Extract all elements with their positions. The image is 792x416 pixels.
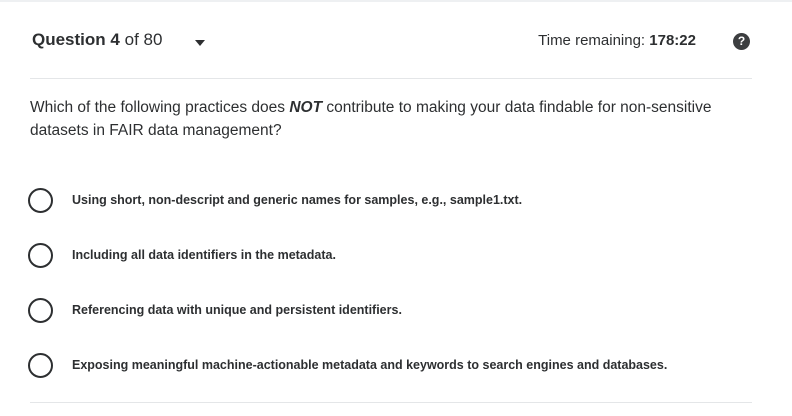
question-number: 4	[110, 30, 120, 49]
answer-option-3[interactable]: Referencing data with unique and persist…	[28, 298, 728, 328]
question-total: of 80	[124, 30, 163, 49]
answer-option-label: Referencing data with unique and persist…	[72, 303, 402, 317]
timer-value: 178:22	[649, 32, 696, 49]
chevron-down-icon[interactable]	[195, 40, 205, 46]
radio-unchecked-icon[interactable]	[28, 243, 53, 268]
question-emphasis: NOT	[289, 99, 323, 116]
radio-unchecked-icon[interactable]	[28, 188, 53, 213]
answer-option-label: Using short, non-descript and generic na…	[72, 193, 523, 207]
top-border	[0, 0, 792, 2]
radio-unchecked-icon[interactable]	[28, 298, 53, 323]
radio-unchecked-icon[interactable]	[28, 353, 53, 378]
question-counter: Question 4 of 80	[32, 30, 162, 50]
answer-option-4[interactable]: Exposing meaningful machine-actionable m…	[28, 353, 728, 383]
footer-divider	[30, 402, 752, 403]
answer-option-label: Including all data identifiers in the me…	[72, 248, 336, 262]
answer-option-label: Exposing meaningful machine-actionable m…	[72, 358, 668, 372]
timer-label: Time remaining:	[538, 32, 646, 49]
question-text-before: Which of the following practices does	[30, 99, 290, 116]
answer-option-1[interactable]: Using short, non-descript and generic na…	[28, 188, 728, 218]
question-word: Question	[32, 30, 106, 49]
header-divider	[30, 78, 752, 79]
help-icon[interactable]: ?	[733, 33, 750, 50]
time-remaining: Time remaining: 178:22	[538, 32, 696, 49]
quiz-header: Question 4 of 80 Time remaining: 178:22 …	[30, 24, 752, 60]
answer-option-2[interactable]: Including all data identifiers in the me…	[28, 243, 728, 273]
question-text: Which of the following practices does NO…	[30, 96, 750, 142]
